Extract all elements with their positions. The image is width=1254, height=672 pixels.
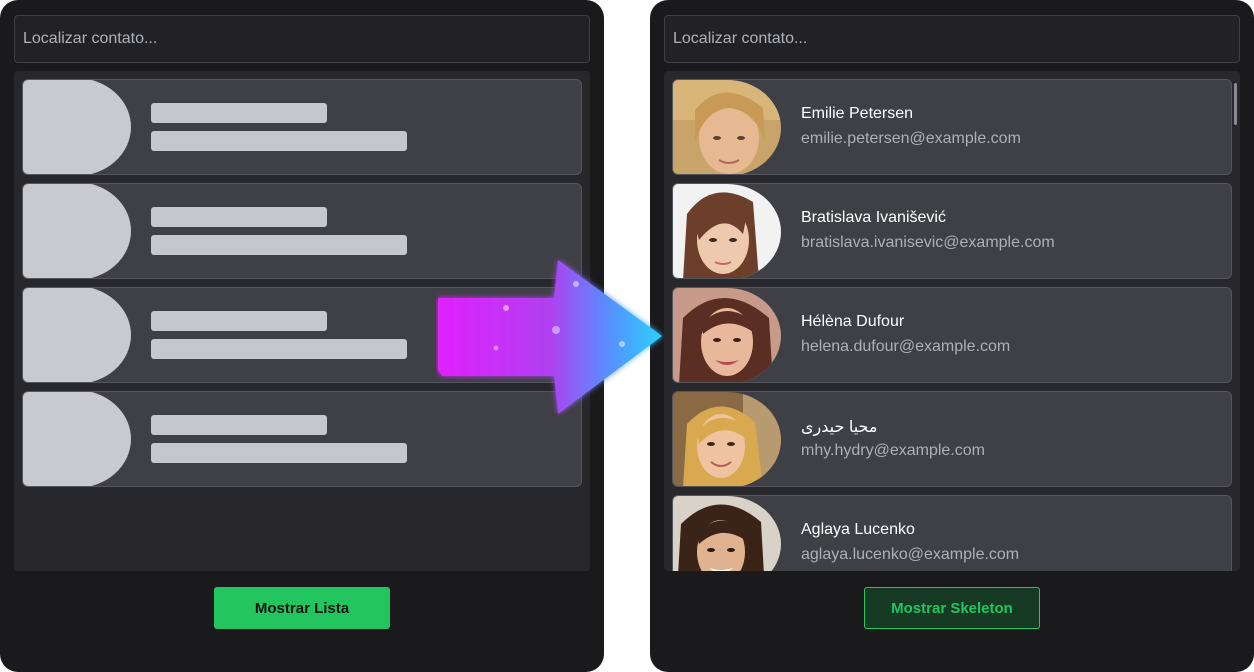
skeleton-email-line — [151, 339, 407, 359]
contact-email: mhy.hydry@example.com — [801, 442, 985, 459]
skeleton-avatar — [23, 392, 131, 486]
skeleton-name-line — [151, 311, 327, 331]
contact-email: aglaya.lucenko@example.com — [801, 546, 1020, 563]
contact-name: Hélèna Dufour — [801, 313, 905, 330]
contact-list[interactable]: Emilie Petersen emilie.petersen@example.… — [664, 71, 1240, 571]
contacts-panel: Emilie Petersen emilie.petersen@example.… — [650, 0, 1254, 672]
contact-email: helena.dufour@example.com — [801, 338, 1011, 355]
avatar — [673, 392, 781, 486]
skeleton-avatar — [23, 288, 131, 382]
contact-card[interactable]: Hélèna Dufour helena.dufour@example.com — [672, 287, 1232, 383]
skeleton-email-line — [151, 131, 407, 151]
avatar — [673, 496, 781, 571]
contact-name: Emilie Petersen — [801, 105, 914, 122]
avatar — [673, 184, 781, 278]
skeleton-name-line — [151, 415, 327, 435]
skeleton-name-line — [151, 207, 327, 227]
stage: Mostrar Lista Emilie Petersen — [0, 0, 1254, 672]
arrow-right-icon — [438, 260, 662, 414]
contact-email: bratislava.ivanisevic@example.com — [801, 234, 1055, 251]
contact-email: emilie.petersen@example.com — [801, 130, 1021, 147]
contact-card[interactable]: Bratislava Ivanišević bratislava.ivanise… — [672, 183, 1232, 279]
contact-name: Aglaya Lucenko — [801, 521, 915, 538]
contact-name: محیا حیدری — [801, 419, 878, 436]
contact-card[interactable]: محیا حیدری mhy.hydry@example.com — [672, 391, 1232, 487]
avatar — [673, 80, 781, 174]
skeleton-card — [22, 79, 582, 175]
skeleton-email-line — [151, 235, 407, 255]
search-input[interactable] — [664, 15, 1240, 63]
contact-card[interactable]: Emilie Petersen emilie.petersen@example.… — [672, 79, 1232, 175]
contact-name: Bratislava Ivanišević — [801, 209, 946, 226]
avatar — [673, 288, 781, 382]
skeleton-name-line — [151, 103, 327, 123]
skeleton-email-line — [151, 443, 407, 463]
skeleton-avatar — [23, 80, 131, 174]
show-list-button[interactable]: Mostrar Lista — [214, 587, 390, 629]
search-input[interactable] — [14, 15, 590, 63]
list-scrollbar[interactable] — [1234, 83, 1237, 125]
skeleton-avatar — [23, 184, 131, 278]
show-skeleton-button[interactable]: Mostrar Skeleton — [864, 587, 1040, 629]
contact-card[interactable]: Aglaya Lucenko aglaya.lucenko@example.co… — [672, 495, 1232, 571]
